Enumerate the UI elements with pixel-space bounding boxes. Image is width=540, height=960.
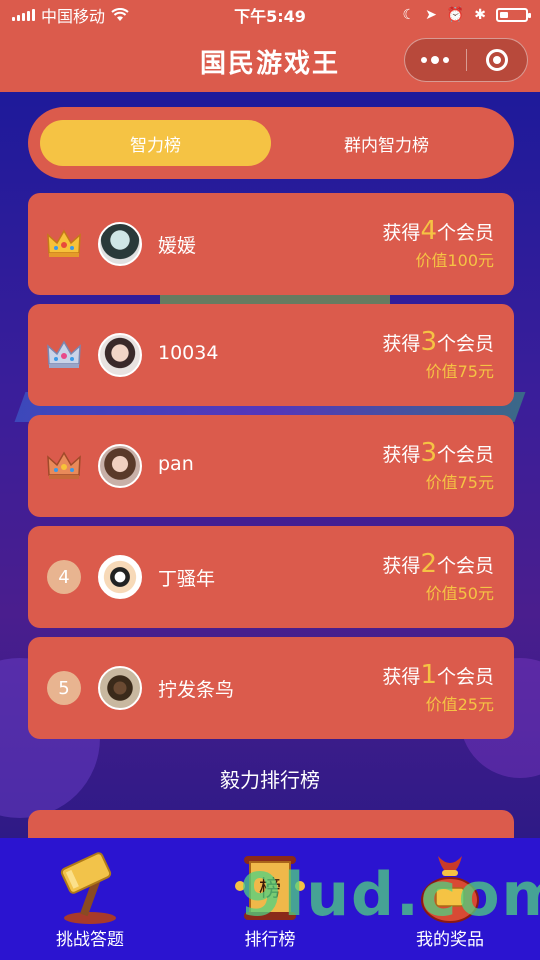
status-right: ☾ ➤ ⏰ ✱ <box>402 7 531 23</box>
prize-value: 价值100元 <box>415 251 494 270</box>
rank-badge <box>46 337 82 373</box>
mini-program-capsule <box>404 38 528 82</box>
prize-count: 2 <box>420 549 437 579</box>
tab-my-prizes[interactable]: 我的奖品 <box>360 838 540 960</box>
avatar <box>98 555 142 599</box>
prize-suffix: 个会员 <box>436 333 494 355</box>
bottom-tab-bar: 挑战答题 榜 排行榜 我的奖品 <box>0 838 540 960</box>
battery-icon <box>496 8 531 22</box>
prize-prefix: 获得 <box>382 555 421 577</box>
avatar <box>98 666 142 710</box>
nav-bar: 国民游戏王 <box>0 30 540 92</box>
tab-leaderboard[interactable]: 榜 排行榜 <box>180 838 360 960</box>
prize-bag-icon <box>421 856 479 923</box>
prize-count-line: 获得4个会员 <box>382 217 494 247</box>
section-title: 毅力排行榜 <box>220 768 320 792</box>
tab-label: 挑战答题 <box>56 930 124 950</box>
moon-icon: ☾ <box>402 7 416 23</box>
prize-suffix: 个会员 <box>436 666 494 688</box>
rank-badge: 4 <box>46 559 82 595</box>
prize-prefix: 获得 <box>382 666 421 688</box>
player-name: pan <box>158 453 194 475</box>
alarm-icon: ⏰ <box>446 7 465 23</box>
rank-card[interactable]: pan 获得3个会员 价值75元 <box>28 415 514 517</box>
svg-text:榜: 榜 <box>259 877 281 902</box>
location-icon: ➤ <box>425 7 437 23</box>
tab-label: 我的奖品 <box>416 930 484 950</box>
hammer-icon <box>60 852 116 924</box>
prize-value: 价值25元 <box>425 695 494 714</box>
prize-count: 1 <box>420 660 437 690</box>
rank-card[interactable]: 5 拧发条鸟 获得1个会员 价值25元 <box>28 637 514 739</box>
rank-card[interactable]: 4 丁骚年 获得2个会员 价值50元 <box>28 526 514 628</box>
avatar <box>98 222 142 266</box>
prize-count: 3 <box>420 327 437 357</box>
gold-crown-icon <box>47 229 81 257</box>
tab-intelligence[interactable]: 智力榜 <box>40 120 271 166</box>
target-icon <box>485 49 508 71</box>
avatar <box>98 444 142 488</box>
more-button[interactable] <box>405 39 466 81</box>
player-name: 10034 <box>158 342 219 364</box>
rank-badge <box>46 448 82 484</box>
prize-info: 获得1个会员 价值25元 <box>382 661 494 717</box>
avatar <box>98 333 142 377</box>
scroll-icon: 榜 <box>235 856 305 920</box>
rank-number: 5 <box>47 671 81 705</box>
bronze-crown-icon <box>47 451 81 479</box>
rank-number: 4 <box>47 560 81 594</box>
bluetooth-icon: ✱ <box>474 7 486 23</box>
tab-label: 排行榜 <box>244 930 296 950</box>
more-dots-icon <box>421 56 450 64</box>
content-area[interactable]: 智力榜 群内智力榜 媛媛 获得4个会员 价值100元 10034 获得3个会员 … <box>0 92 540 838</box>
page-title: 国民游戏王 <box>199 48 340 79</box>
leaderboard-tabs: 智力榜 群内智力榜 <box>28 107 514 179</box>
prize-count-line: 获得3个会员 <box>382 328 494 358</box>
player-name: 丁骚年 <box>158 568 216 590</box>
carrier-label: 中国移动 <box>41 7 106 26</box>
prize-info: 获得4个会员 价值100元 <box>382 217 494 273</box>
prize-value: 价值75元 <box>425 362 494 381</box>
prize-suffix: 个会员 <box>436 555 494 577</box>
prize-info: 获得3个会员 价值75元 <box>382 439 494 495</box>
prize-count: 3 <box>420 438 437 468</box>
tab-group-intelligence[interactable]: 群内智力榜 <box>271 120 502 166</box>
prize-value: 价值50元 <box>425 584 494 603</box>
prize-count-line: 获得3个会员 <box>382 439 494 469</box>
prize-suffix: 个会员 <box>436 444 494 466</box>
rank-card[interactable] <box>28 810 514 838</box>
tab-challenge[interactable]: 挑战答题 <box>0 838 180 960</box>
prize-count-line: 获得2个会员 <box>382 550 494 580</box>
rank-badge: 5 <box>46 670 82 706</box>
status-bar: 中国移动 下午5:49 ☾ ➤ ⏰ ✱ <box>0 0 540 30</box>
prize-prefix: 获得 <box>382 444 421 466</box>
player-name: 媛媛 <box>158 235 197 257</box>
prize-info: 获得2个会员 价值50元 <box>382 550 494 606</box>
rank-badge <box>46 226 82 262</box>
silver-crown-icon <box>47 340 81 368</box>
prize-value: 价值75元 <box>425 473 494 492</box>
prize-prefix: 获得 <box>382 222 421 244</box>
prize-count-line: 获得1个会员 <box>382 661 494 691</box>
prize-suffix: 个会员 <box>436 222 494 244</box>
status-left: 中国移动 <box>12 3 212 27</box>
prize-prefix: 获得 <box>382 333 421 355</box>
rank-card[interactable]: 10034 获得3个会员 价值75元 <box>28 304 514 406</box>
player-name: 拧发条鸟 <box>158 679 235 701</box>
prize-info: 获得3个会员 价值75元 <box>382 328 494 384</box>
close-mini-program-button[interactable] <box>467 39 528 81</box>
signal-icon <box>12 9 35 21</box>
wifi-icon <box>111 8 129 21</box>
rank-card[interactable]: 媛媛 获得4个会员 价值100元 <box>28 193 514 295</box>
prize-count: 4 <box>420 216 437 246</box>
